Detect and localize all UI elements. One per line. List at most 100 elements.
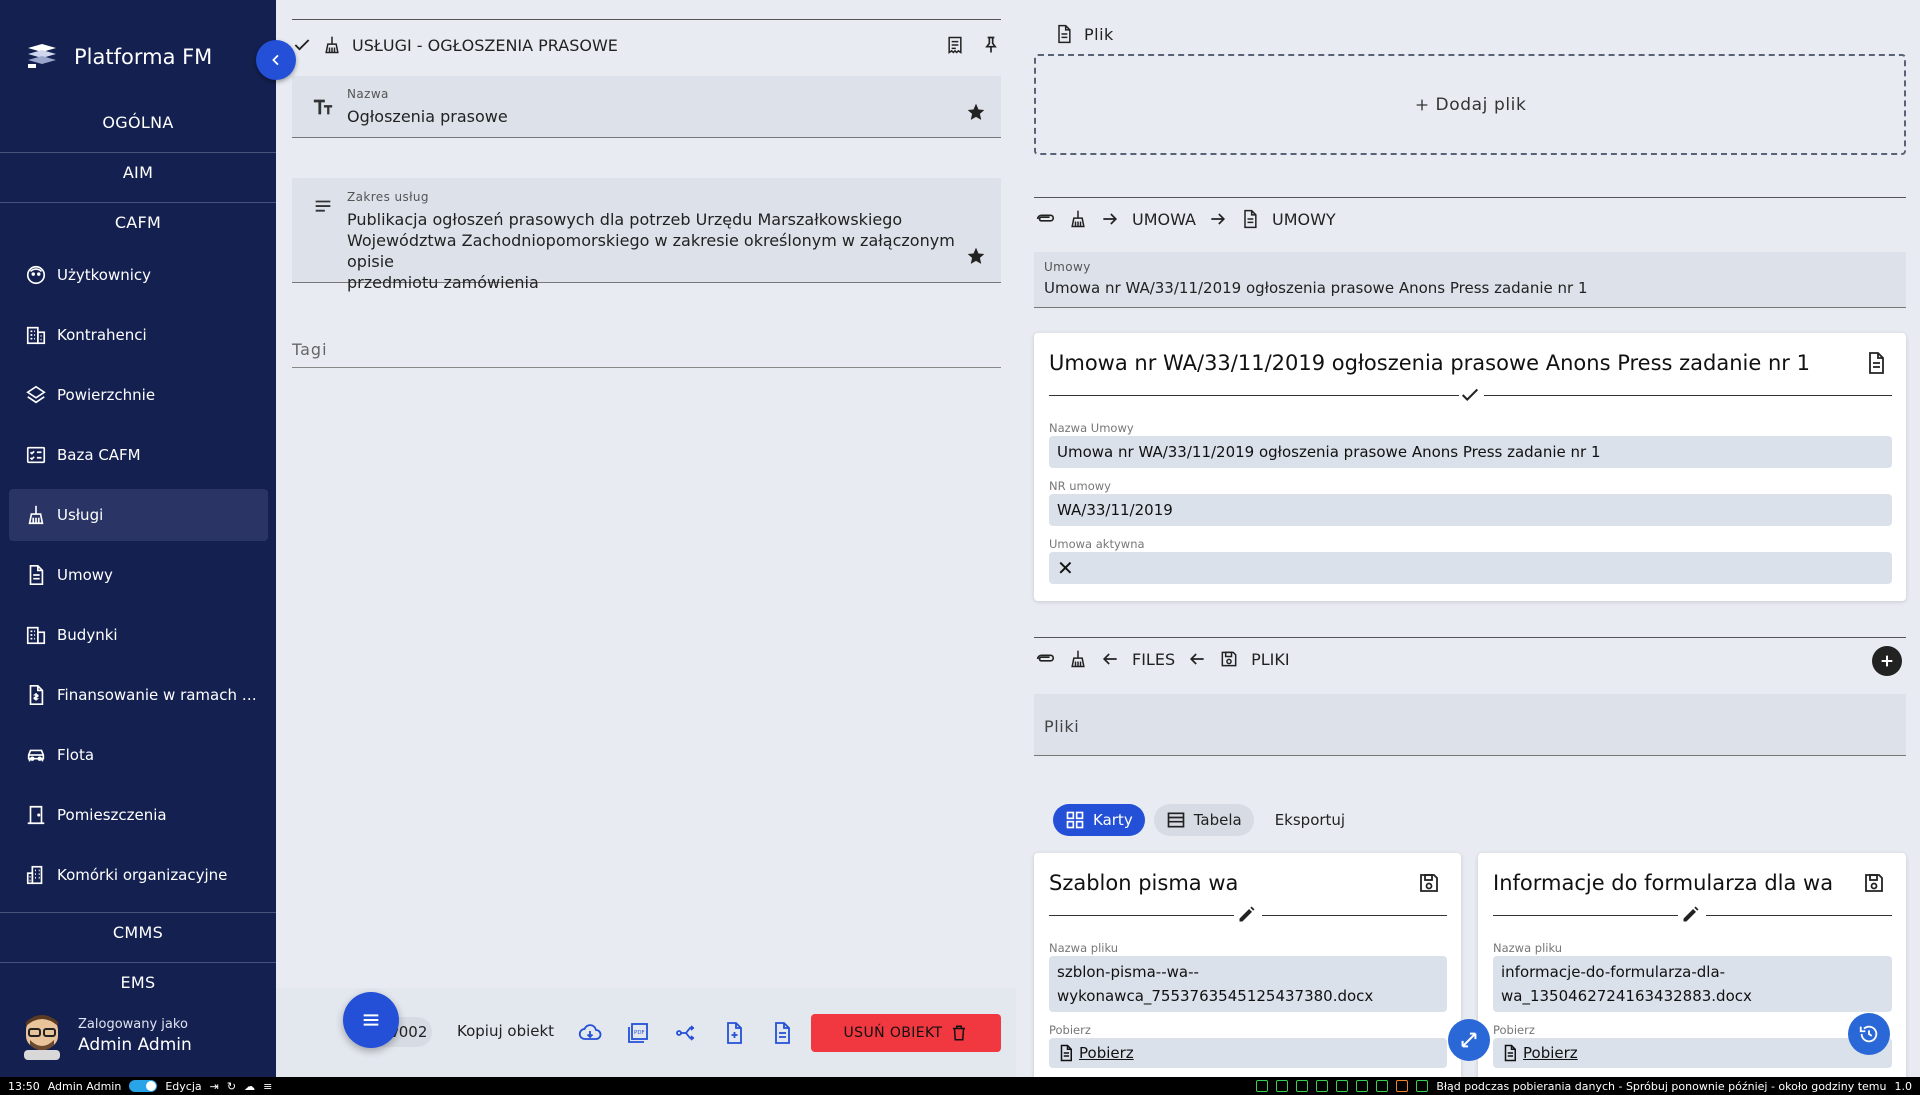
- sidebar-item-label: Kontrahenci: [57, 326, 147, 344]
- tab-karty[interactable]: Karty: [1053, 804, 1145, 836]
- star-icon[interactable]: [966, 102, 986, 122]
- field-value: Ogłoszenia prasowe: [347, 107, 508, 126]
- edit-mode-toggle[interactable]: [129, 1080, 158, 1092]
- logged-user[interactable]: Zalogowany jako Admin Admin: [20, 1012, 192, 1060]
- download-link[interactable]: Pobierz: [1523, 1041, 1578, 1065]
- sidebar-item-label: Finansowanie w ramach p...: [57, 686, 262, 704]
- save-icon[interactable]: [1862, 871, 1886, 895]
- add-file-dropzone[interactable]: Dodaj plik: [1034, 54, 1906, 155]
- divider: [0, 202, 276, 203]
- view-tabs: Karty Tabela Eksportuj: [1053, 804, 1357, 836]
- divider: [292, 19, 1001, 20]
- table-icon: [1167, 812, 1185, 828]
- sidebar-item-umowy[interactable]: Umowy: [9, 549, 268, 601]
- paperclip-icon: [1036, 214, 1055, 222]
- file-card[interactable]: Szablon pisma wa Nazwa pliku szblon-pism…: [1034, 853, 1461, 1083]
- status-icon[interactable]: [1336, 1080, 1349, 1092]
- sidebar-item-budynki[interactable]: Budynki: [9, 609, 268, 661]
- section-aim[interactable]: AIM: [0, 163, 276, 182]
- collapse-sidebar-button[interactable]: [256, 40, 296, 80]
- pdf-icon[interactable]: PDF: [626, 1021, 650, 1045]
- card-title: Szablon pisma wa: [1049, 871, 1239, 895]
- text-line: wykonawca_7553763545125437380.docx: [1057, 987, 1374, 1005]
- delete-object-button[interactable]: USUŃ OBIEKT: [811, 1014, 1001, 1052]
- document-icon[interactable]: [770, 1021, 794, 1045]
- warning-status-icon[interactable]: [1396, 1080, 1409, 1092]
- section-ogolna[interactable]: OGÓLNA: [0, 113, 276, 132]
- menu-icon[interactable]: ≡: [263, 1080, 272, 1093]
- status-time: 13:50: [8, 1079, 40, 1093]
- status-icon[interactable]: [1416, 1080, 1429, 1092]
- star-icon[interactable]: [966, 246, 986, 266]
- sidebar-item-label: Budynki: [57, 626, 118, 644]
- sidebar-item-komorki[interactable]: Komórki organizacyjne: [9, 849, 268, 901]
- section-ems[interactable]: EMS: [0, 973, 276, 992]
- download-link[interactable]: Pobierz: [1079, 1041, 1134, 1065]
- plus-icon: [1881, 655, 1893, 667]
- history-button[interactable]: [1848, 1013, 1890, 1055]
- sidebar-item-label: Użytkownicy: [57, 266, 152, 284]
- sidebar-item-flota[interactable]: Flota: [9, 729, 268, 781]
- status-icon[interactable]: [1276, 1080, 1289, 1092]
- add-file-relation-button[interactable]: [1872, 646, 1902, 676]
- text-line: wa_1350462724163432883.docx: [1501, 987, 1752, 1005]
- tab-tabela[interactable]: Tabela: [1153, 804, 1254, 836]
- arrow-right-icon: [1103, 213, 1118, 225]
- delete-label: USUŃ OBIEKT: [843, 1025, 943, 1041]
- brand[interactable]: Platforma FM: [24, 42, 212, 72]
- document-icon[interactable]: [1864, 351, 1888, 375]
- sidebar-item-baza-cafm[interactable]: Baza CAFM: [9, 429, 268, 481]
- status-icon[interactable]: [1316, 1080, 1329, 1092]
- sidebar-item-powierzchnie[interactable]: Powierzchnie: [9, 369, 268, 421]
- status-icon[interactable]: [1356, 1080, 1369, 1092]
- expand-diagonal-icon: [1461, 1032, 1477, 1048]
- cloud-download-icon[interactable]: [578, 1021, 602, 1045]
- field-value: Publikacja ogłoszeń prasowych dla potrze…: [347, 209, 967, 293]
- tab-eksportuj[interactable]: Eksportuj: [1263, 804, 1357, 836]
- sidebar-item-label: Usługi: [57, 506, 104, 524]
- field-label: NR umowy: [1049, 479, 1111, 493]
- field-label: Pobierz: [1049, 1023, 1091, 1037]
- status-icon[interactable]: [1256, 1080, 1269, 1092]
- status-icon[interactable]: [1296, 1080, 1309, 1092]
- status-icon[interactable]: [1376, 1080, 1389, 1092]
- sidebar-item-label: Flota: [57, 746, 95, 764]
- expand-button[interactable]: [1448, 1019, 1490, 1061]
- broom-icon: [1071, 650, 1085, 668]
- logout-icon[interactable]: ⇥: [210, 1080, 219, 1093]
- checklist-icon: [26, 446, 46, 464]
- files-select-field[interactable]: Pliki: [1034, 694, 1906, 756]
- refresh-icon[interactable]: ↻: [227, 1080, 236, 1093]
- sidebar-item-uzytkownicy[interactable]: Użytkownicy: [9, 249, 268, 301]
- save-icon[interactable]: [1417, 871, 1441, 895]
- tags-input[interactable]: Tagi: [292, 340, 1001, 368]
- status-bar: 13:50 Admin Admin Edycja ⇥ ↻ ☁ ≡ Błąd po…: [0, 1077, 1920, 1095]
- file-card[interactable]: Informacje do formularza dla wa Nazwa pl…: [1478, 853, 1906, 1083]
- check-icon[interactable]: [292, 35, 312, 55]
- breadcrumb-title: USŁUGI - OGŁOSZENIA PRASOWE: [352, 35, 618, 55]
- copy-object-button[interactable]: Kopiuj obiekt: [457, 1022, 554, 1040]
- menu-fab-button[interactable]: [343, 992, 399, 1048]
- pin-icon[interactable]: [981, 35, 1001, 55]
- contract-card[interactable]: Umowa nr WA/33/11/2019 ogłoszenia prasow…: [1034, 333, 1906, 601]
- receipt-icon[interactable]: [945, 35, 965, 55]
- pencil-icon[interactable]: [1237, 904, 1257, 924]
- relation-label: FILES: [1132, 649, 1176, 669]
- section-cmms[interactable]: CMMS: [0, 923, 276, 942]
- scope-field[interactable]: Zakres usług Publikacja ogłoszeń prasowy…: [292, 178, 1001, 292]
- sidebar-item-kontrahenci[interactable]: Kontrahenci: [9, 309, 268, 361]
- broom-icon: [325, 36, 339, 54]
- cloud-icon[interactable]: ☁: [244, 1080, 255, 1093]
- sidebar-item-uslugi[interactable]: Usługi: [9, 489, 268, 541]
- new-document-icon[interactable]: [722, 1021, 746, 1045]
- name-field[interactable]: Nazwa Ogłoszenia prasowe: [292, 76, 1001, 138]
- sidebar-item-finansowanie[interactable]: Finansowanie w ramach p...: [9, 669, 268, 721]
- workflow-icon[interactable]: [674, 1021, 698, 1045]
- pencil-icon[interactable]: [1681, 904, 1701, 924]
- contract-select-field[interactable]: Umowy Umowa nr WA/33/11/2019 ogłoszenia …: [1034, 252, 1906, 308]
- section-cafm[interactable]: CAFM: [0, 213, 276, 232]
- status-message: Błąd podczas pobierania danych - Spróbuj…: [1436, 1079, 1887, 1093]
- sidebar-item-pomieszczenia[interactable]: Pomieszczenia: [9, 789, 268, 841]
- document-icon: [1504, 1044, 1516, 1062]
- tab-label: Karty: [1093, 811, 1133, 829]
